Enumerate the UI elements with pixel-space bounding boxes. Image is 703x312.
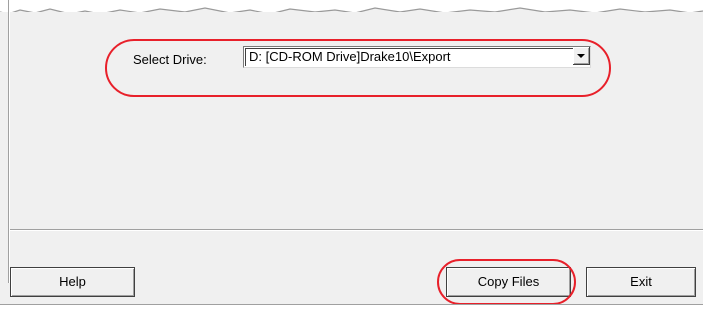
help-button[interactable]: Help [10,267,135,297]
left-border-highlight [9,0,10,283]
exit-button[interactable]: Exit [586,267,696,297]
bottom-edge-line [0,304,703,305]
copy-files-highlight-ellipse [437,259,576,305]
window-bottom-edge [0,304,703,312]
separator-highlight [10,230,703,231]
drive-highlight-ellipse [105,39,611,97]
